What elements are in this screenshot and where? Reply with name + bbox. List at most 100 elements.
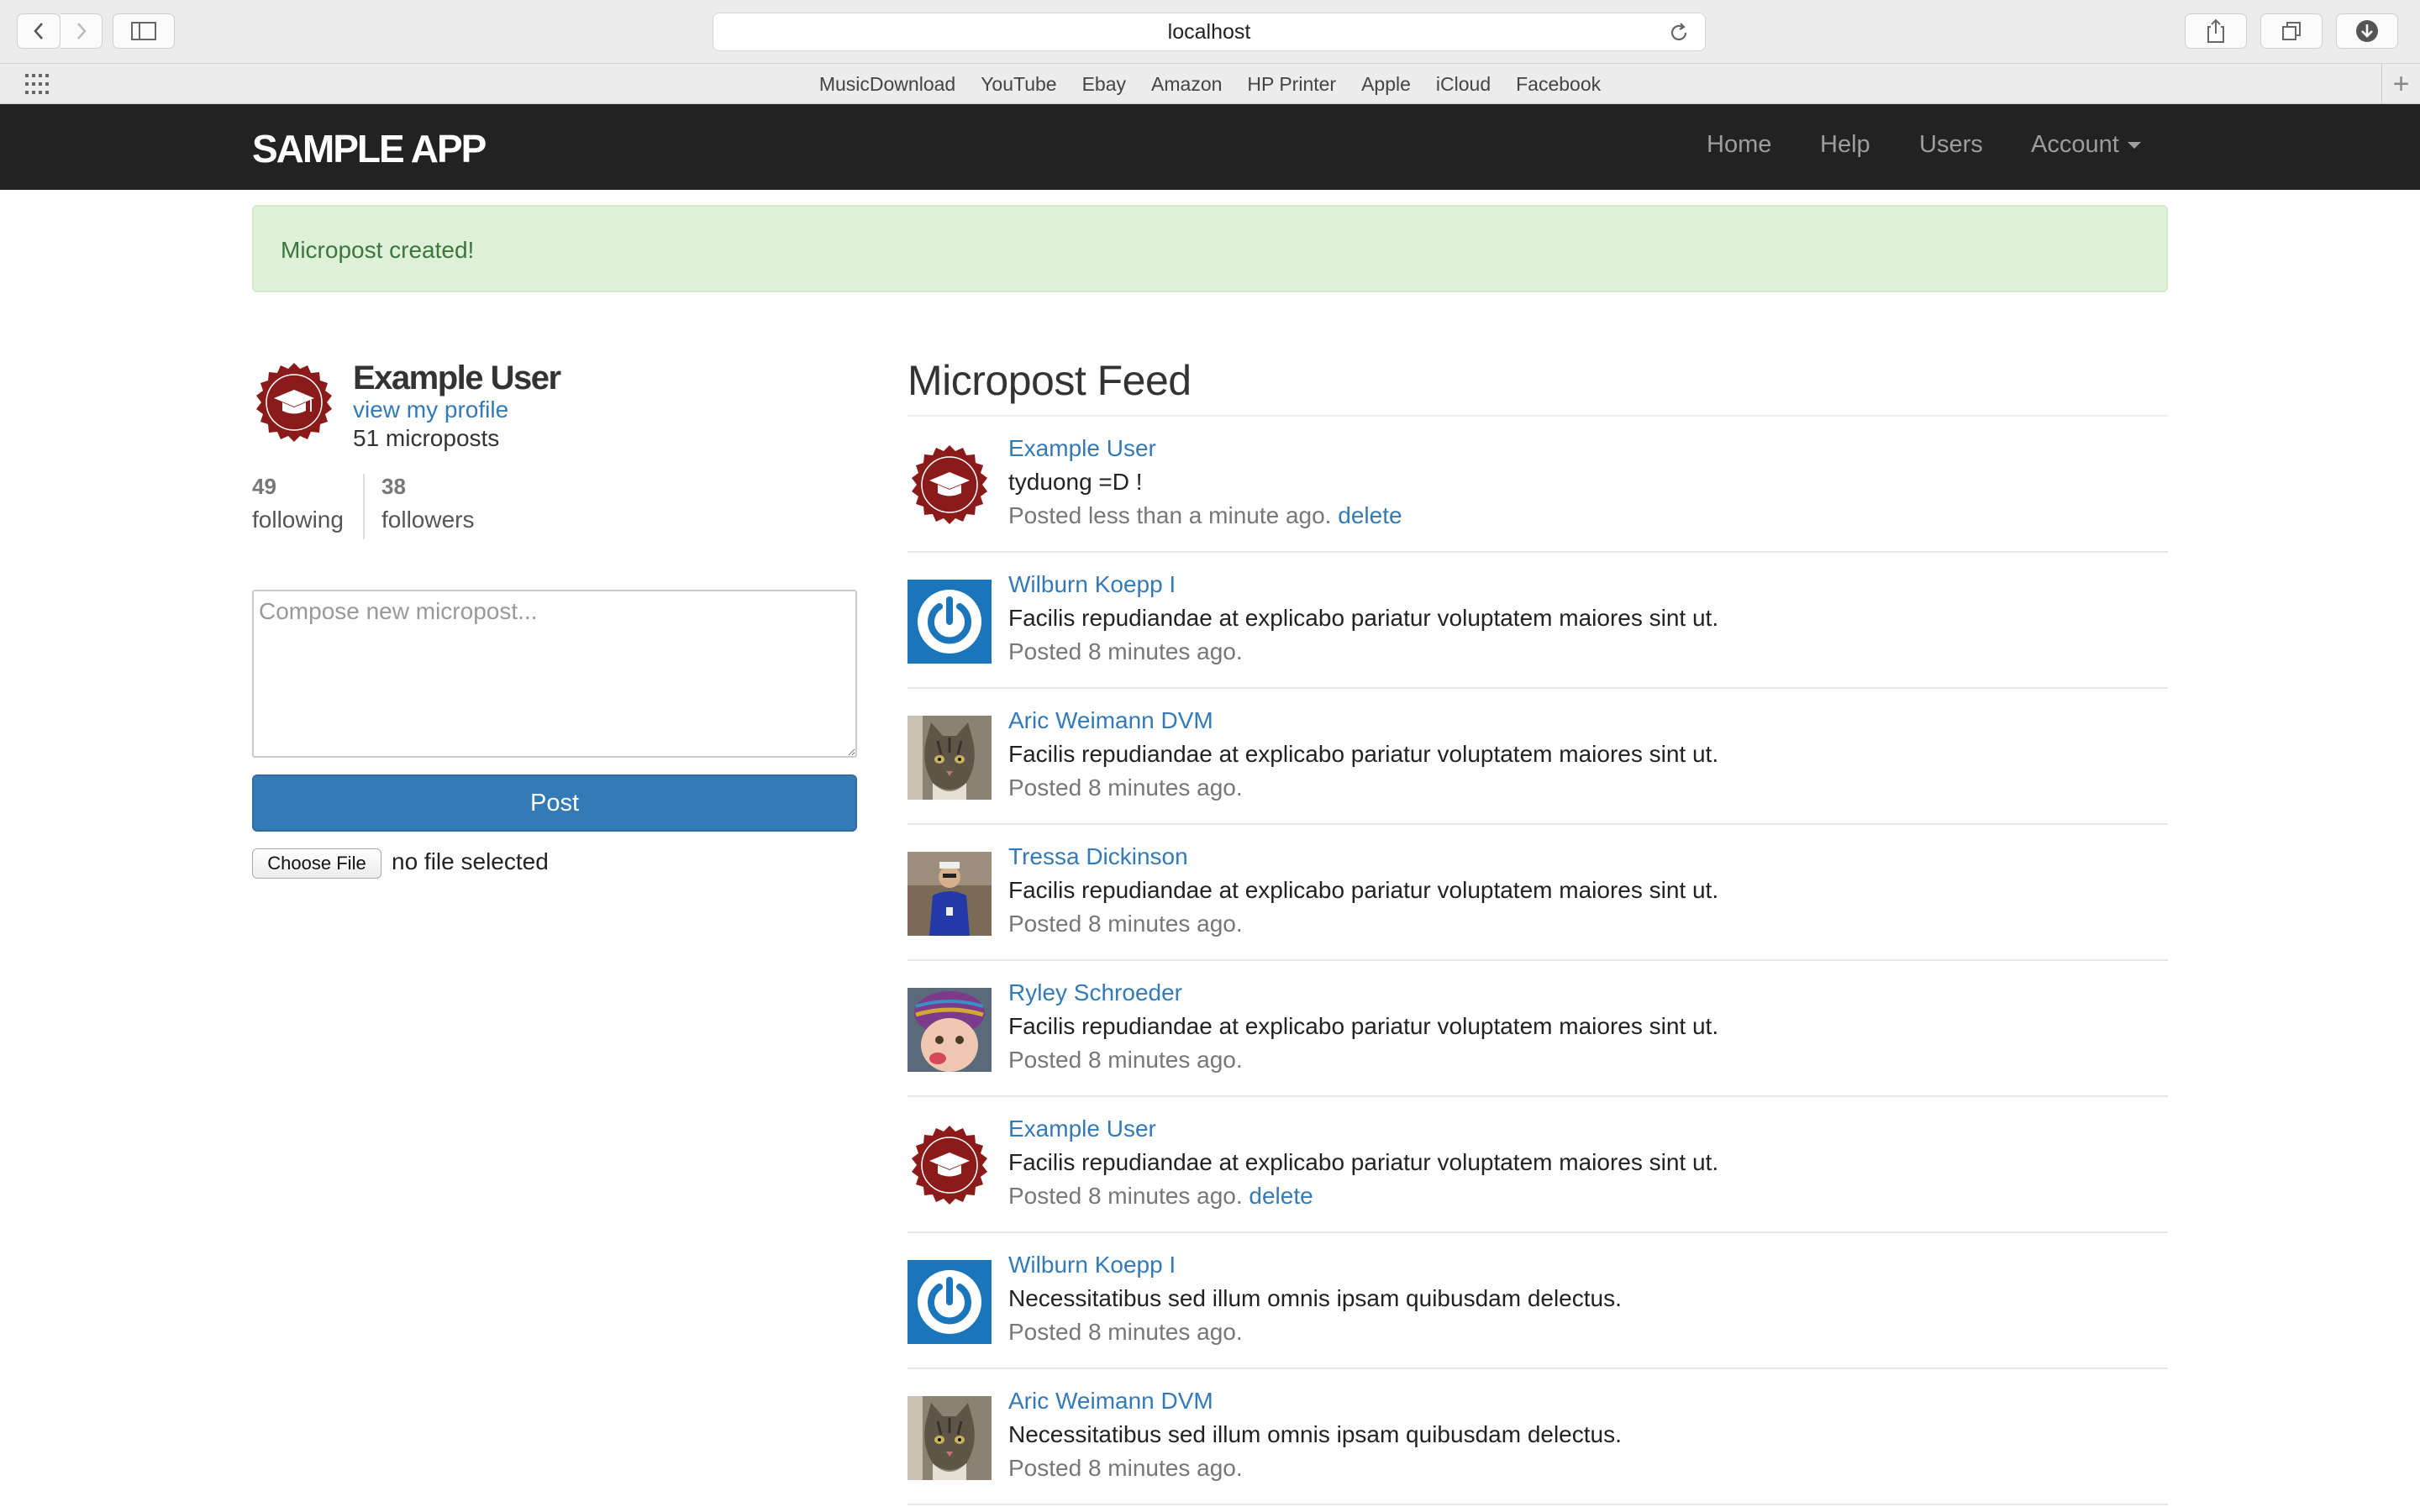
view-profile-link[interactable]: view my profile <box>353 396 508 423</box>
feed-avatar[interactable] <box>908 988 992 1072</box>
followers-stat[interactable]: 38 followers <box>381 474 474 533</box>
post-content: Necessitatibus sed illum omnis ipsam qui… <box>1008 1285 1622 1311</box>
post-timestamp: Posted 8 minutes ago. <box>1008 1047 1243 1073</box>
post-content: Facilis repudiandae at explicabo pariatu… <box>1008 877 1719 903</box>
post-timestamp-line: Posted 8 minutes ago. <box>1008 1319 1243 1346</box>
followers-label: followers <box>381 507 475 533</box>
favorite-apple[interactable]: Apple <box>1349 73 1423 96</box>
power-icon <box>908 1260 992 1344</box>
app-logo[interactable]: SAMPLE APP <box>252 126 487 171</box>
post-content: Facilis repudiandae at explicabo pariatu… <box>1008 605 1719 631</box>
following-count: 49 <box>252 474 276 499</box>
following-label: following <box>252 507 344 533</box>
badge-icon <box>912 1126 987 1205</box>
following-stat[interactable]: 49 following <box>252 474 344 533</box>
back-button[interactable] <box>17 13 60 49</box>
stat-divider <box>363 474 365 539</box>
post-user-link[interactable]: Ryley Schroeder <box>1008 979 1182 1006</box>
post-content: Necessitatibus sed illum omnis ipsam qui… <box>1008 1421 1622 1447</box>
post-timestamp: Posted 8 minutes ago. <box>1008 911 1243 937</box>
favorite-ebay[interactable]: Ebay <box>1070 73 1139 96</box>
person-photo-icon <box>908 852 992 936</box>
post-user-link[interactable]: Aric Weimann DVM <box>1008 1388 1213 1415</box>
feed-avatar[interactable] <box>908 1260 992 1344</box>
downloads-button[interactable] <box>2336 13 2398 49</box>
post-timestamp: Posted 8 minutes ago. <box>1008 638 1243 664</box>
post-timestamp-line: Posted 8 minutes ago. <box>1008 1455 1243 1482</box>
tabs-icon <box>2282 22 2301 40</box>
child-photo-icon <box>908 988 992 1072</box>
share-button[interactable] <box>2185 13 2247 49</box>
user-avatar-badge-icon[interactable] <box>252 361 336 445</box>
favorites-bar: MusicDownload YouTube Ebay Amazon HP Pri… <box>0 64 2420 104</box>
compose-micropost-textarea[interactable] <box>252 590 857 758</box>
sidebar-toggle-button[interactable] <box>113 13 175 49</box>
cat-photo-icon <box>908 1396 992 1480</box>
url-bar[interactable]: localhost <box>713 13 1706 51</box>
post-button[interactable]: Post <box>252 774 857 832</box>
caret-down-icon <box>2127 142 2141 150</box>
post-timestamp: Posted 8 minutes ago. <box>1008 774 1243 801</box>
post-user-link[interactable]: Wilburn Koepp I <box>1008 571 1176 598</box>
post-timestamp-line: Posted less than a minute ago. delete <box>1008 502 1402 529</box>
nav-home[interactable]: Home <box>1707 131 1771 159</box>
chevron-right-icon <box>76 23 87 39</box>
feed-avatar[interactable] <box>908 852 992 936</box>
download-icon <box>2356 20 2378 42</box>
user-name: Example User <box>353 360 561 396</box>
nav-account-dropdown[interactable]: Account <box>2031 131 2141 159</box>
post-content: Facilis repudiandae at explicabo pariatu… <box>1008 1013 1719 1039</box>
post-content: Facilis repudiandae at explicabo pariatu… <box>1008 1149 1719 1175</box>
post-timestamp: Posted 8 minutes ago. <box>1008 1455 1243 1481</box>
micropost-item: Ryley Schroeder Facilis repudiandae at e… <box>908 961 2168 1097</box>
post-timestamp-line: Posted 8 minutes ago. <box>1008 638 1243 665</box>
micropost-item: Example User Facilis repudiandae at expl… <box>908 1097 2168 1233</box>
delete-link[interactable]: delete <box>1338 502 1402 528</box>
choose-file-button[interactable]: Choose File <box>252 848 381 879</box>
forward-button[interactable] <box>60 13 103 49</box>
app-navbar: SAMPLE APP Home Help Users Account <box>0 104 2420 190</box>
favorite-youtube[interactable]: YouTube <box>968 73 1069 96</box>
post-timestamp: Posted less than a minute ago. <box>1008 502 1332 528</box>
favorite-facebook[interactable]: Facebook <box>1503 73 1613 96</box>
followers-count: 38 <box>381 474 406 499</box>
micropost-item: Aric Weimann DVM Facilis repudiandae at … <box>908 689 2168 825</box>
post-user-link[interactable]: Tressa Dickinson <box>1008 843 1188 870</box>
flash-success: Micropost created! <box>252 205 2168 292</box>
file-status: no file selected <box>392 848 549 874</box>
post-user-link[interactable]: Example User <box>1008 1116 1156 1142</box>
browser-toolbar: localhost <box>0 0 2420 64</box>
favorite-hp-printer[interactable]: HP Printer <box>1234 73 1349 96</box>
badge-icon <box>912 445 987 524</box>
feed-avatar[interactable] <box>908 444 992 528</box>
reload-icon[interactable] <box>1668 22 1690 44</box>
favorites-list: MusicDownload YouTube Ebay Amazon HP Pri… <box>0 64 2420 104</box>
post-content: tyduong =D ! <box>1008 469 1143 495</box>
tabs-button[interactable] <box>2260 13 2323 49</box>
feed-avatar[interactable] <box>908 716 992 800</box>
micropost-count: 51 microposts <box>353 425 500 451</box>
feed-avatar[interactable] <box>908 580 992 664</box>
url-text: localhost <box>1167 19 1251 44</box>
new-tab-button[interactable]: + <box>2381 64 2420 104</box>
nav-help[interactable]: Help <box>1820 131 1870 159</box>
feed-avatar[interactable] <box>908 1396 992 1480</box>
power-icon <box>908 580 992 664</box>
post-user-link[interactable]: Aric Weimann DVM <box>1008 707 1213 734</box>
feed-avatar[interactable] <box>908 1124 992 1208</box>
cat-photo-icon <box>908 716 992 800</box>
micropost-item: Wilburn Koepp I Necessitatibus sed illum… <box>908 1233 2168 1369</box>
micropost-item: Example User tyduong =D ! Posted less th… <box>908 417 2168 553</box>
nav-users[interactable]: Users <box>1919 131 1983 159</box>
post-user-link[interactable]: Wilburn Koepp I <box>1008 1252 1176 1278</box>
nav-account-label: Account <box>2031 131 2119 158</box>
post-timestamp-line: Posted 8 minutes ago. <box>1008 1047 1243 1074</box>
post-content: Facilis repudiandae at explicabo pariatu… <box>1008 741 1719 767</box>
post-user-link[interactable]: Example User <box>1008 435 1156 462</box>
delete-link[interactable]: delete <box>1249 1183 1313 1209</box>
feed-title: Micropost Feed <box>908 357 1192 404</box>
favorite-icloud[interactable]: iCloud <box>1423 73 1503 96</box>
favorite-musicdownload[interactable]: MusicDownload <box>807 73 968 96</box>
favorite-amazon[interactable]: Amazon <box>1139 73 1234 96</box>
post-timestamp-line: Posted 8 minutes ago. delete <box>1008 1183 1313 1210</box>
